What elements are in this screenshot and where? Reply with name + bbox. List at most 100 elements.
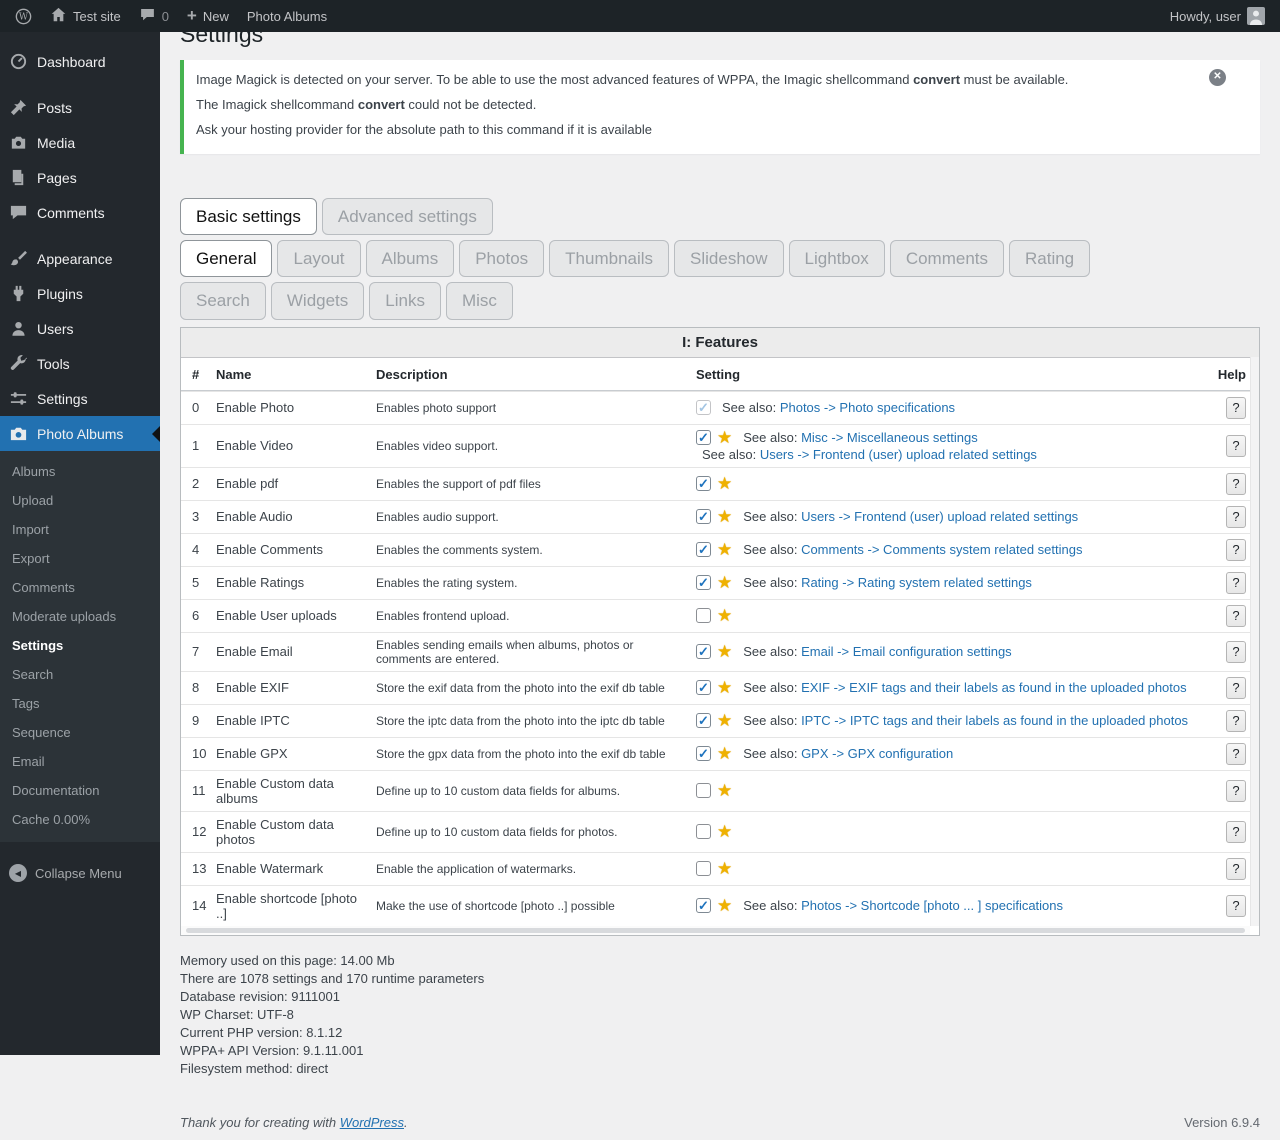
see-also-link[interactable]: GPX -> GPX configuration bbox=[797, 746, 953, 761]
site-name-link[interactable]: Test site bbox=[41, 0, 130, 32]
tab-thumbnails[interactable]: Thumbnails bbox=[549, 240, 669, 277]
help-button[interactable]: ? bbox=[1226, 677, 1246, 699]
submenu-item-tags[interactable]: Tags bbox=[0, 689, 160, 718]
sidebar-item-users[interactable]: Users bbox=[0, 311, 160, 346]
submenu-item-upload[interactable]: Upload bbox=[0, 486, 160, 515]
help-button[interactable]: ? bbox=[1226, 895, 1246, 917]
submenu-item-cache-0-00-[interactable]: Cache 0.00% bbox=[0, 805, 160, 834]
sidebar-item-dashboard[interactable]: Dashboard bbox=[0, 44, 160, 79]
submenu-item-settings[interactable]: Settings bbox=[0, 631, 160, 660]
setting-checkbox[interactable]: ✓ bbox=[696, 824, 711, 839]
see-also-link[interactable]: EXIF -> EXIF tags and their labels as fo… bbox=[797, 680, 1186, 695]
submenu-item-search[interactable]: Search bbox=[0, 660, 160, 689]
sidebar-item-posts[interactable]: Posts bbox=[0, 90, 160, 125]
tab-layout[interactable]: Layout bbox=[277, 240, 360, 277]
help-button[interactable]: ? bbox=[1226, 397, 1246, 419]
setting-checkbox[interactable]: ✓ bbox=[696, 783, 711, 798]
see-also-link[interactable]: Users -> Frontend (user) upload related … bbox=[797, 509, 1078, 524]
tab-rating[interactable]: Rating bbox=[1009, 240, 1090, 277]
help-button[interactable]: ? bbox=[1226, 473, 1246, 495]
wordpress-logo-icon[interactable]: W bbox=[6, 0, 41, 32]
sidebar-item-media[interactable]: Media bbox=[0, 125, 160, 160]
submenu-item-export[interactable]: Export bbox=[0, 544, 160, 573]
setting-checkbox[interactable]: ✓ bbox=[696, 430, 711, 445]
howdy-account-menu[interactable]: Howdy, user bbox=[1161, 0, 1274, 32]
setting-checkbox[interactable]: ✓ bbox=[696, 644, 711, 659]
see-also-label: See also: bbox=[743, 430, 797, 445]
see-also-link[interactable]: IPTC -> IPTC tags and their labels as fo… bbox=[797, 713, 1188, 728]
submenu-item-import[interactable]: Import bbox=[0, 515, 160, 544]
table-horizontal-scrollbar[interactable] bbox=[181, 926, 1250, 935]
setting-checkbox[interactable]: ✓ bbox=[696, 713, 711, 728]
see-also-link[interactable]: Users -> Frontend (user) upload related … bbox=[756, 447, 1037, 462]
see-also-link[interactable]: Rating -> Rating system related settings bbox=[797, 575, 1031, 590]
submenu-item-comments[interactable]: Comments bbox=[0, 573, 160, 602]
level-tab-basic-settings[interactable]: Basic settings bbox=[180, 198, 317, 235]
see-also-link[interactable]: Email -> Email configuration settings bbox=[797, 644, 1011, 659]
setting-checkbox[interactable]: ✓ bbox=[696, 476, 711, 491]
help-button[interactable]: ? bbox=[1226, 435, 1246, 457]
tab-albums[interactable]: Albums bbox=[366, 240, 455, 277]
tab-widgets[interactable]: Widgets bbox=[271, 282, 364, 319]
tab-misc[interactable]: Misc bbox=[446, 282, 513, 319]
see-also-link[interactable]: Photos -> Shortcode [photo ... ] specifi… bbox=[797, 898, 1063, 913]
submenu-item-moderate-uploads[interactable]: Moderate uploads bbox=[0, 602, 160, 631]
setting-checkbox[interactable]: ✓ bbox=[696, 575, 711, 590]
setting-checkbox[interactable]: ✓ bbox=[696, 400, 711, 415]
tab-search[interactable]: Search bbox=[180, 282, 266, 319]
collapse-menu-button[interactable]: ◀ Collapse Menu bbox=[0, 856, 160, 890]
tab-comments[interactable]: Comments bbox=[890, 240, 1004, 277]
setting-controls: ✓★See also: Photos -> Shortcode [photo .… bbox=[696, 898, 1208, 913]
see-also-link[interactable]: Misc -> Miscellaneous settings bbox=[797, 430, 977, 445]
help-button[interactable]: ? bbox=[1226, 858, 1246, 880]
help-button[interactable]: ? bbox=[1226, 605, 1246, 627]
help-button[interactable]: ? bbox=[1226, 743, 1246, 765]
setting-checkbox[interactable]: ✓ bbox=[696, 861, 711, 876]
sidebar-item-label: Media bbox=[37, 135, 75, 151]
tab-slideshow[interactable]: Slideshow bbox=[674, 240, 784, 277]
table-vertical-scrollbar[interactable] bbox=[1250, 357, 1259, 926]
dismiss-notice-icon[interactable]: ✕ bbox=[1209, 69, 1226, 86]
setting-checkbox[interactable]: ✓ bbox=[696, 898, 711, 913]
help-button[interactable]: ? bbox=[1226, 572, 1246, 594]
level-tab-advanced-settings[interactable]: Advanced settings bbox=[322, 198, 493, 235]
sidebar-item-tools[interactable]: Tools bbox=[0, 346, 160, 381]
sidebar-item-comments[interactable]: Comments bbox=[0, 195, 160, 230]
help-button[interactable]: ? bbox=[1226, 506, 1246, 528]
setting-description: Define up to 10 custom data fields for p… bbox=[376, 825, 696, 839]
sidebar-item-photo-albums[interactable]: Photo Albums bbox=[0, 416, 160, 451]
see-also-link[interactable]: Photos -> Photo specifications bbox=[776, 400, 955, 415]
submenu-item-documentation[interactable]: Documentation bbox=[0, 776, 160, 805]
new-content-button[interactable]: + New bbox=[178, 0, 238, 32]
submenu-item-albums[interactable]: Albums bbox=[0, 457, 160, 486]
help-button[interactable]: ? bbox=[1226, 780, 1246, 802]
help-button[interactable]: ? bbox=[1226, 539, 1246, 561]
help-button[interactable]: ? bbox=[1226, 710, 1246, 732]
sidebar-item-settings[interactable]: Settings bbox=[0, 381, 160, 416]
row-number: 0 bbox=[192, 400, 216, 415]
tab-lightbox[interactable]: Lightbox bbox=[789, 240, 885, 277]
help-button[interactable]: ? bbox=[1226, 821, 1246, 843]
admin-bar-photo-albums[interactable]: Photo Albums bbox=[238, 0, 336, 32]
help-button[interactable]: ? bbox=[1226, 641, 1246, 663]
sidebar-item-pages[interactable]: Pages bbox=[0, 160, 160, 195]
table-row: 6Enable User uploadsEnables frontend upl… bbox=[181, 599, 1250, 632]
tab-links[interactable]: Links bbox=[369, 282, 441, 319]
sidebar-item-plugins[interactable]: Plugins bbox=[0, 276, 160, 311]
setting-checkbox[interactable]: ✓ bbox=[696, 608, 711, 623]
setting-checkbox[interactable]: ✓ bbox=[696, 680, 711, 695]
submenu-item-sequence[interactable]: Sequence bbox=[0, 718, 160, 747]
see-also-link[interactable]: Comments -> Comments system related sett… bbox=[797, 542, 1082, 557]
setting-checkbox[interactable]: ✓ bbox=[696, 746, 711, 761]
star-icon: ★ bbox=[717, 644, 732, 659]
tab-photos[interactable]: Photos bbox=[459, 240, 544, 277]
wordpress-link[interactable]: WordPress bbox=[340, 1115, 404, 1130]
tab-general[interactable]: General bbox=[180, 240, 272, 277]
submenu-item-email[interactable]: Email bbox=[0, 747, 160, 776]
info-line: Current PHP version: 8.1.12 bbox=[180, 1024, 1260, 1042]
info-line: WPPA+ API Version: 9.1.11.001 bbox=[180, 1042, 1260, 1060]
setting-checkbox[interactable]: ✓ bbox=[696, 509, 711, 524]
setting-checkbox[interactable]: ✓ bbox=[696, 542, 711, 557]
sidebar-item-appearance[interactable]: Appearance bbox=[0, 241, 160, 276]
comments-admin-bar[interactable]: 0 bbox=[130, 0, 178, 32]
